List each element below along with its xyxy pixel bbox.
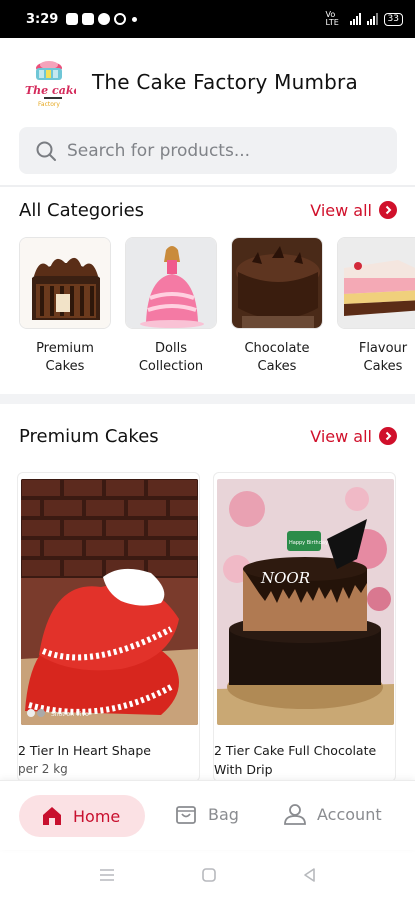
chevron-right-icon: [379, 201, 397, 219]
nav-home-label: Home: [73, 806, 121, 826]
recent-apps-icon[interactable]: [98, 867, 116, 883]
product-name: 2 Tier In Heart Shape: [18, 743, 151, 758]
product-image: Shot on Vivo: [21, 479, 198, 725]
premium-title: Premium Cakes: [19, 425, 159, 447]
status-time: 3:29: [26, 11, 59, 27]
product-name: With Drip: [214, 762, 273, 777]
home-icon: [43, 807, 61, 825]
product-info: 2 Tier Cake Full Chocolate With Drip: [214, 741, 414, 779]
nav-account-tab[interactable]: Account: [283, 802, 382, 826]
cake-topper-text: NOOR: [260, 569, 310, 587]
product-quantity: per 2 kg: [18, 762, 68, 776]
product-image: Happy Birthday NOOR: [217, 479, 394, 725]
category-label: Chocolate Cakes: [231, 340, 323, 376]
app-header: The cake Factory The Cake Factory Mumbra: [0, 38, 415, 126]
nav-account-label: Account: [317, 804, 382, 824]
product-name: 2 Tier Cake Full Chocolate: [214, 743, 377, 758]
svg-text:The cake: The cake: [25, 84, 76, 97]
search-icon: [36, 141, 56, 161]
nav-home-tab[interactable]: Home: [19, 795, 145, 837]
category-label-line: Dolls: [155, 341, 187, 356]
view-all-label: View all: [310, 426, 372, 446]
categories-view-all-link[interactable]: View all: [310, 201, 397, 220]
category-label-line: Premium: [36, 341, 94, 356]
divider: [0, 185, 415, 187]
notification-app-icon: [66, 13, 79, 25]
category-chocolate-cakes[interactable]: Chocolate Cakes: [231, 237, 323, 376]
signal-2-icon: [366, 13, 378, 25]
photo-caption: Shot on Vivo: [51, 711, 89, 718]
account-icon: [284, 804, 306, 825]
category-label: Flavour Cakes: [337, 340, 415, 376]
back-icon[interactable]: [302, 867, 318, 883]
category-image: [231, 237, 323, 329]
bag-icon: [176, 806, 196, 824]
product-card[interactable]: Happy Birthday NOOR 2 Tier Cake Full Cho…: [213, 472, 396, 782]
cake-logo-icon: The cake Factory: [25, 61, 80, 108]
product-info: 2 Tier In Heart Shape per 2 kg: [18, 741, 218, 779]
notification-icons: [66, 13, 138, 25]
category-image: [337, 237, 415, 329]
category-flavour-cakes[interactable]: Flavour Cakes: [337, 237, 415, 376]
category-label-line: Cakes: [363, 359, 403, 374]
category-label-line: Cakes: [257, 359, 297, 374]
cake-tag-text: Happy Birthday: [289, 540, 328, 546]
premium-header: Premium Cakes View all: [19, 423, 397, 449]
nav-bag-tab[interactable]: Bag: [174, 802, 239, 826]
product-card[interactable]: Shot on Vivo 2 Tier In Heart Shape per 2…: [17, 472, 200, 782]
whatsapp-icon: [82, 13, 95, 25]
category-label-line: Flavour: [358, 341, 408, 356]
premium-view-all-link[interactable]: View all: [310, 427, 397, 446]
messenger-icon: [98, 13, 111, 25]
bottom-navigation: Home Bag Account: [0, 780, 415, 850]
category-label-line: Chocolate: [244, 341, 310, 356]
svg-text:Factory: Factory: [38, 101, 60, 108]
volte-icon: Vo LTE: [325, 10, 339, 27]
category-premium-cakes[interactable]: Premium Cakes: [19, 237, 111, 376]
categories-title: All Categories: [19, 199, 145, 221]
search-bar[interactable]: [19, 127, 397, 174]
battery-icon: 33: [383, 12, 403, 26]
shop-logo[interactable]: The cake Factory: [22, 54, 80, 110]
category-image: [19, 237, 111, 329]
signal-icon: [349, 13, 361, 25]
category-image: [125, 237, 217, 329]
chevron-right-icon: [379, 427, 397, 445]
category-label-line: Collection: [138, 359, 204, 374]
app-icon: [114, 13, 127, 25]
category-label: Dolls Collection: [125, 340, 217, 376]
more-notifications-icon: [132, 16, 138, 22]
status-bar: 3:29 Vo LTE 33: [0, 0, 415, 38]
category-dolls-collection[interactable]: Dolls Collection: [125, 237, 217, 376]
category-label: Premium Cakes: [19, 340, 111, 376]
nav-bag-label: Bag: [208, 804, 239, 824]
shop-title: The Cake Factory Mumbra: [92, 70, 358, 94]
category-label-line: Cakes: [45, 359, 85, 374]
system-status-icons: Vo LTE 33: [326, 11, 403, 27]
system-navigation-bar: [0, 850, 415, 900]
search-input[interactable]: [67, 140, 367, 161]
home-button-icon[interactable]: [201, 867, 217, 883]
divider: [0, 394, 415, 404]
view-all-label: View all: [310, 200, 372, 220]
categories-header: All Categories View all: [19, 197, 397, 223]
